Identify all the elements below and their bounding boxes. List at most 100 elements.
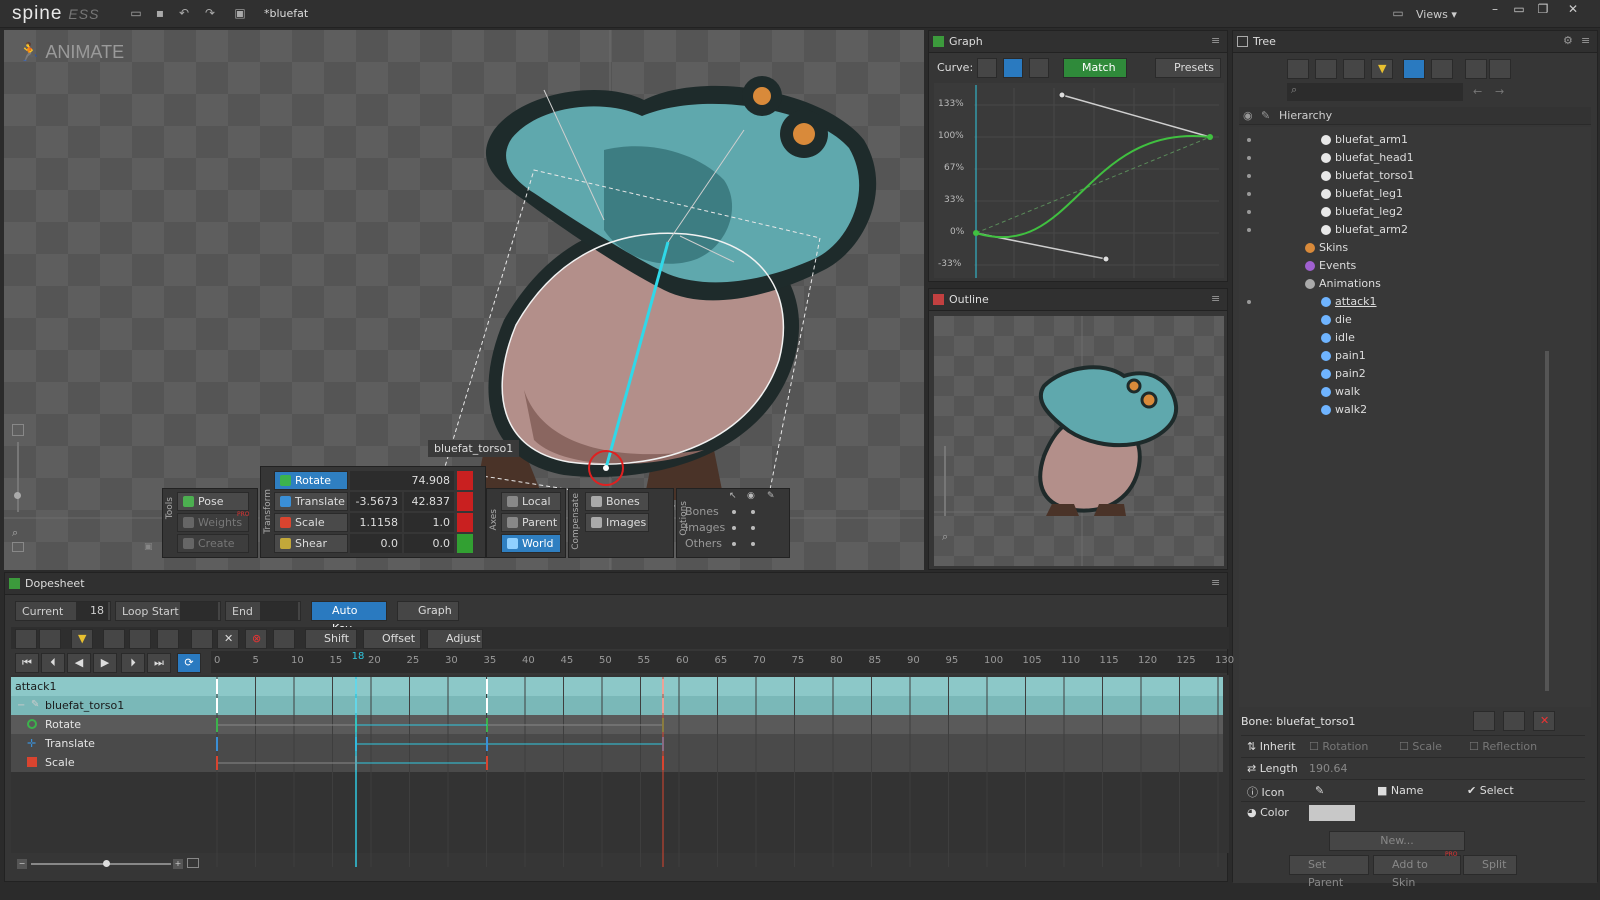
new-button[interactable]: New... [1329,831,1465,851]
animation-attack1[interactable]: attack1 [1321,295,1377,308]
loop-start-value[interactable] [180,602,218,620]
animation-walk[interactable]: walk [1321,385,1360,398]
tree-animations[interactable]: Animations [1305,277,1381,290]
zoom-in-icon[interactable]: + [173,859,183,869]
end-field[interactable]: End [225,601,301,621]
slot-bluefat_head1[interactable]: bluefat_head1 [1321,151,1414,164]
scale-key-button[interactable] [457,513,473,532]
rotate-key-button[interactable] [457,471,473,490]
axes-local-button[interactable]: Local [501,492,561,511]
rotate-button[interactable]: Rotate [274,471,348,490]
play-button[interactable]: ▶ [93,653,117,673]
tree-search-input[interactable]: ⌕ [1287,83,1463,101]
tree-scrollbar[interactable] [1545,351,1549,691]
show-name-checkbox[interactable]: ■ Name [1377,784,1423,797]
open-folder-icon[interactable]: ▭ [128,5,144,21]
tree-skins[interactable]: Skins [1305,241,1348,254]
copy-keys-button[interactable] [191,629,213,649]
current-frame-field[interactable]: Current 18 [15,601,111,621]
zoom-fit-icon[interactable] [12,424,24,436]
timeline-ruler[interactable]: 0510152025303540455055606570758085909510… [211,651,1227,673]
delete-keys-button[interactable]: ⊗ [245,629,267,649]
lock-keys-button[interactable] [103,629,125,649]
pen-filter-button[interactable] [1343,59,1365,79]
presets-button[interactable]: Presets [1155,58,1221,78]
outline-zoom-slider[interactable] [944,446,946,516]
key-all-button[interactable] [15,629,37,649]
copy-button[interactable] [1465,59,1487,79]
slot-bluefat_arm2-visibility-toggle[interactable] [1247,228,1251,232]
compensate-bones-button[interactable]: Bones [585,492,649,511]
close-button[interactable]: ✕ [1562,2,1584,20]
slot-bluefat_torso1[interactable]: bluefat_torso1 [1321,169,1414,182]
options-images-select-toggle[interactable] [732,526,736,530]
undo-icon[interactable]: ↶ [176,5,192,21]
slot-bluefat_arm2[interactable]: bluefat_arm2 [1321,223,1408,236]
select-filter-button[interactable] [1403,59,1425,79]
create-tool-button[interactable]: Create [177,534,249,553]
collapse-icon[interactable]: − [17,700,25,711]
prev-key-button[interactable]: ⏴ [41,653,65,673]
animation-pain1[interactable]: pain1 [1321,349,1366,362]
graph-menu-icon[interactable]: ≡ [1211,34,1220,47]
options-bones-select-toggle[interactable] [732,510,736,514]
circle-filter-button[interactable] [1315,59,1337,79]
zoom-handle[interactable] [103,860,110,867]
loop-toggle-button[interactable]: ⟳ [177,653,201,673]
slot-bluefat_leg1-visibility-toggle[interactable] [1247,192,1251,196]
tree-settings-icon[interactable]: ⚙ [1563,34,1573,47]
viewport[interactable]: 🏃 ANIMATE bluefat_torso1 ⌕ [4,30,924,570]
shear-button[interactable]: Shear [274,534,348,553]
trim-button[interactable] [157,629,179,649]
adjust-button[interactable]: Adjust [427,629,483,649]
search-prev-icon[interactable]: ← [1473,85,1482,98]
lock-icon[interactable]: ▣ [144,542,153,552]
next-key-button[interactable]: ⏵ [121,653,145,673]
monitor-icon[interactable]: ▭ [1390,5,1406,21]
scale-button[interactable]: Scale [274,513,348,532]
tree-menu-icon[interactable]: ≡ [1581,34,1590,47]
options-bones-visible-toggle[interactable] [751,510,755,514]
timeline-fit-icon[interactable] [187,858,199,868]
redo-icon[interactable]: ↷ [202,5,218,21]
play-reverse-button[interactable]: ◀ [67,653,91,673]
match-button[interactable]: Match [1063,58,1127,78]
rotate-value[interactable]: 74.908 [350,471,454,490]
outline-viewport[interactable]: ⌕ [934,316,1224,566]
zoom-track[interactable] [31,863,171,865]
shear-y-value[interactable]: 0.0 [404,534,454,553]
slot-bluefat_arm1[interactable]: bluefat_arm1 [1321,133,1408,146]
add-to-skin-button[interactable]: Add to Skin [1373,855,1461,875]
curve-bezier-button[interactable] [1003,58,1023,78]
dopesheet-menu-icon[interactable]: ≡ [1211,576,1220,589]
outline-menu-icon[interactable]: ≡ [1211,292,1220,305]
slot-bluefat_head1-visibility-toggle[interactable] [1247,156,1251,160]
minimize-button[interactable]: – [1484,2,1506,20]
shear-key-button[interactable] [457,534,473,553]
inherit-rotation-checkbox[interactable]: ☐ Rotation [1309,740,1368,753]
inherit-reflection-checkbox[interactable]: ☐ Reflection [1469,740,1537,753]
shear-x-value[interactable]: 0.0 [350,534,402,553]
inherit-scale-checkbox[interactable]: ☐ Scale [1399,740,1442,753]
auto-key-button[interactable]: Auto Key [311,601,387,621]
curve-stepped-button[interactable] [1029,58,1049,78]
search-next-icon[interactable]: → [1495,85,1504,98]
end-value[interactable] [260,602,298,620]
color-swatch[interactable] [1309,805,1355,821]
export-icon[interactable]: ▣ [232,5,248,21]
dopesheet-filter-button[interactable]: ▼ [71,629,93,649]
compensate-images-button[interactable]: Images [585,513,649,532]
key-filter-button[interactable] [1431,59,1453,79]
current-value[interactable]: 18 [76,602,108,620]
pose-tool-button[interactable]: Pose [177,492,249,511]
zoom-slider[interactable] [17,442,19,512]
offset-button[interactable]: Offset [363,629,421,649]
animation-die[interactable]: die [1321,313,1352,326]
animation-walk2[interactable]: walk2 [1321,403,1367,416]
bone-icon-picker[interactable]: ✎ [1315,784,1324,797]
slot-bluefat_torso1-visibility-toggle[interactable] [1247,174,1251,178]
split-button[interactable]: Split [1463,855,1517,875]
bone-copy-button[interactable] [1473,711,1495,731]
bone-rename-button[interactable] [1503,711,1525,731]
slot-bluefat_leg1[interactable]: bluefat_leg1 [1321,187,1403,200]
